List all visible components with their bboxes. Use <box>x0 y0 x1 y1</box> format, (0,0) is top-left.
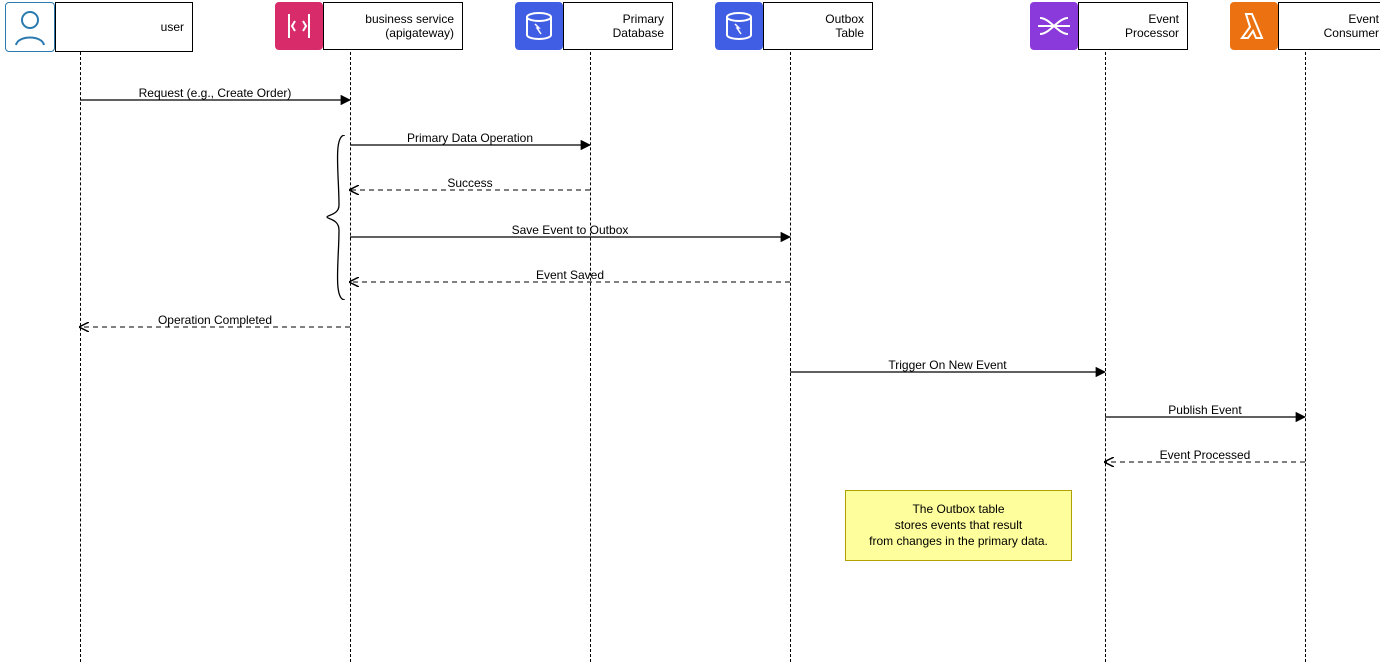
message-label: Request (e.g., Create Order) <box>139 86 292 100</box>
sequence-diagram: user business service (apigateway) Prima… <box>0 0 1380 662</box>
message-label: Save Event to Outbox <box>512 223 629 237</box>
message-label: Event Saved <box>536 268 604 282</box>
message-success: Success <box>350 190 590 208</box>
message-label: Trigger On New Event <box>888 358 1006 372</box>
message-primary-op: Primary Data Operation <box>350 145 590 163</box>
message-label: Success <box>447 176 492 190</box>
message-op-completed: Operation Completed <box>80 327 350 345</box>
message-label: Event Processed <box>1160 448 1251 462</box>
message-event-saved: Event Saved <box>350 282 790 300</box>
message-trigger: Trigger On New Event <box>790 372 1105 390</box>
message-publish: Publish Event <box>1105 417 1305 435</box>
message-processed: Event Processed <box>1105 462 1305 480</box>
note-line: The Outbox table <box>856 501 1061 517</box>
note-line: stores events that result <box>856 517 1061 533</box>
note-outbox: The Outbox table stores events that resu… <box>845 490 1072 561</box>
message-label: Primary Data Operation <box>407 131 533 145</box>
message-label: Publish Event <box>1168 403 1241 417</box>
message-request: Request (e.g., Create Order) <box>80 100 350 118</box>
message-save-outbox: Save Event to Outbox <box>350 237 790 255</box>
message-label: Operation Completed <box>158 313 272 327</box>
note-line: from changes in the primary data. <box>856 533 1061 549</box>
